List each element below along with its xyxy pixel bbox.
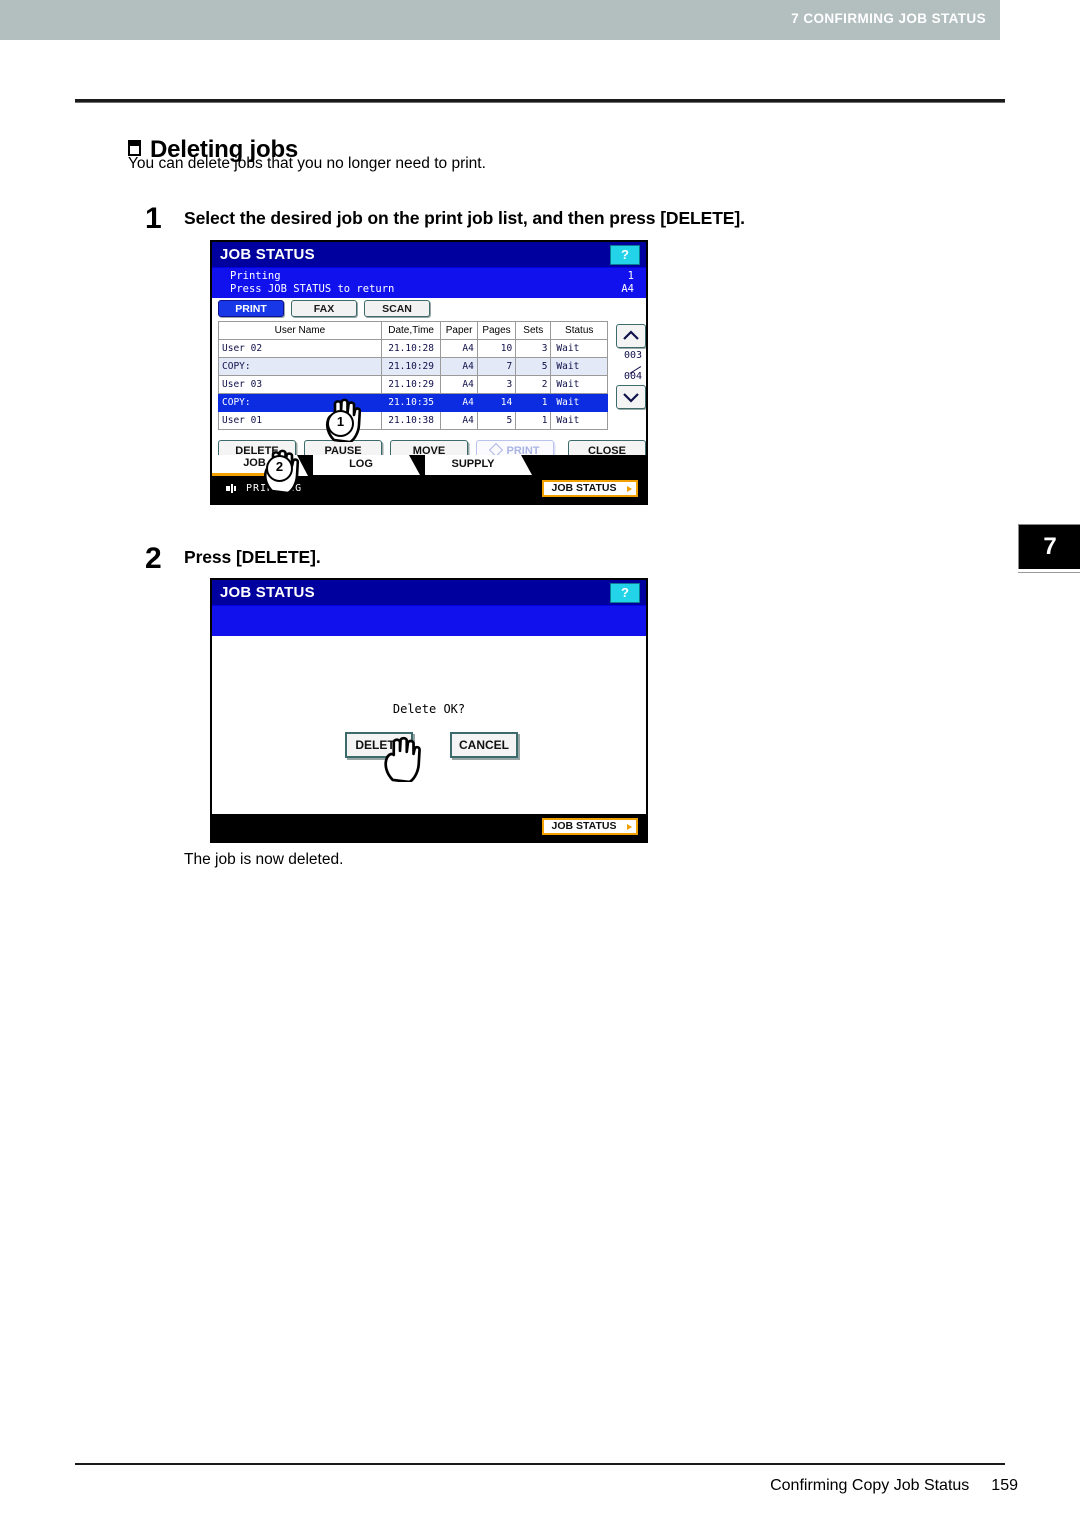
cell-status: Wait [550,375,608,394]
callout-1: 1 [327,410,354,437]
job-status-button-label: JOB STATUS [551,482,617,494]
cell-pages: 7 [476,357,517,376]
lcd-message-area [212,606,646,636]
cell-paper: A4 [440,411,478,430]
cell-date: 21.10:29 [380,375,442,394]
lcd-message-area: Printing Press JOB STATUS to return 1 A4 [212,268,646,298]
lcd-paper-indicator: A4 [621,283,634,295]
step-1-title: Select the desired job on the print job … [184,208,745,228]
col-header-status: Status [550,321,608,340]
col-header-pages: Pages [476,321,517,340]
footer: Confirming Copy Job Status 159 [770,1477,1018,1495]
mode-button-scan[interactable]: SCAN [364,300,430,317]
cell-user: User 02 [218,339,382,358]
footer-page-number: 159 [991,1477,1018,1494]
cell-date: 21.10:28 [380,339,442,358]
lcd-titlebar: JOB STATUS ? [212,580,646,606]
step-2-number: 2 [145,542,162,575]
footer-section: Confirming Copy Job Status [770,1477,970,1494]
triangle-right-icon [627,824,632,830]
chapter-thumb-tab: 7 [1018,524,1080,569]
cell-paper: A4 [440,339,478,358]
cell-status: Wait [550,339,608,358]
printer-icon [226,484,236,493]
page-counter-slash-icon [616,362,646,371]
chapter-number: 7 [1043,533,1057,560]
col-header-sets: Sets [515,321,552,340]
job-status-button[interactable]: JOB STATUS [542,818,638,835]
table-row-selected[interactable]: COPY: 21.10:35 A4 14 1 Wait [218,393,608,412]
running-header-text: 7 CONFIRMING JOB STATUS [791,11,986,26]
triangle-right-icon [627,486,632,492]
lcd-title-text: JOB STATUS [220,246,315,263]
cell-sets: 2 [515,375,552,394]
col-header-user-name: User Name [218,321,382,340]
hand-cursor-icon [384,736,421,782]
lcd-status-bar: JOB STATUS [212,814,646,841]
cell-sets: 1 [515,411,552,430]
tab-supply[interactable]: SUPPLY [425,455,532,475]
cell-paper: A4 [440,393,478,412]
callout-2: 2 [266,455,293,482]
lcd-title-text: JOB STATUS [220,584,315,601]
step-2-title: Press [DELETE]. [184,547,321,567]
cell-date: 21.10:38 [380,411,442,430]
cell-user: COPY: [218,357,382,376]
lcd-titlebar: JOB STATUS ? [212,242,646,268]
square-bullet-icon [128,139,141,156]
cell-status: Wait [550,411,608,430]
table-row[interactable]: COPY: 21.10:29 A4 7 5 Wait [218,357,608,376]
lcd-copies-indicator: 1 [627,270,634,282]
mode-button-row: PRINT FAX SCAN [218,300,430,317]
table-row[interactable]: User 01 21.10:38 A4 5 1 Wait [218,411,608,430]
cell-user: User 03 [218,375,382,394]
table-row[interactable]: User 02 21.10:28 A4 10 3 Wait [218,339,608,358]
intro-text: You can delete jobs that you no longer n… [128,155,486,172]
cell-status: Wait [550,393,608,412]
cell-date: 21.10:35 [380,393,442,412]
cell-sets: 5 [515,357,552,376]
mode-button-print[interactable]: PRINT [218,300,284,317]
lcd-message-line1: Printing [230,270,281,282]
page-counter-total: 004 [623,371,643,382]
cell-paper: A4 [440,375,478,394]
cell-sets: 3 [515,339,552,358]
chevron-up-icon[interactable] [616,324,646,348]
step-1-number: 1 [145,202,162,235]
cell-pages: 3 [476,375,517,394]
chevron-down-icon[interactable] [616,385,646,409]
dialog-cancel-button[interactable]: CANCEL [450,732,518,758]
page-counter-current: 003 [623,350,643,361]
scroll-column: 003 004 [616,324,646,409]
tab-log[interactable]: LOG [313,455,420,475]
help-button[interactable]: ? [610,245,640,265]
running-header: 7 CONFIRMING JOB STATUS [0,0,1000,40]
after-note: The job is now deleted. [184,851,344,868]
col-header-date-time: Date,Time [380,321,442,340]
cell-paper: A4 [440,357,478,376]
dialog-message: Delete OK? [392,702,466,716]
page-counter: 003 004 [616,348,646,385]
col-header-paper: Paper [440,321,478,340]
bottom-rule [75,1463,1005,1465]
table-header-row: User Name Date,Time Paper Pages Sets Sta… [218,321,608,340]
mode-button-fax[interactable]: FAX [291,300,357,317]
cell-sets: 1 [515,393,552,412]
cell-date: 21.10:29 [380,357,442,376]
cell-pages: 14 [476,393,517,412]
lcd-panel-delete-confirm: JOB STATUS ? Delete OK? DELETE CANCEL JO… [210,578,648,843]
cell-status: Wait [550,357,608,376]
cell-pages: 5 [476,411,517,430]
top-rule [75,99,1005,103]
job-list-table: User Name Date,Time Paper Pages Sets Sta… [218,321,608,430]
table-row[interactable]: User 03 21.10:29 A4 3 2 Wait [218,375,608,394]
help-button[interactable]: ? [610,583,640,603]
job-status-button[interactable]: JOB STATUS [542,480,638,497]
cell-pages: 10 [476,339,517,358]
lcd-message-line2: Press JOB STATUS to return [230,283,395,295]
job-status-button-label: JOB STATUS [551,820,617,832]
